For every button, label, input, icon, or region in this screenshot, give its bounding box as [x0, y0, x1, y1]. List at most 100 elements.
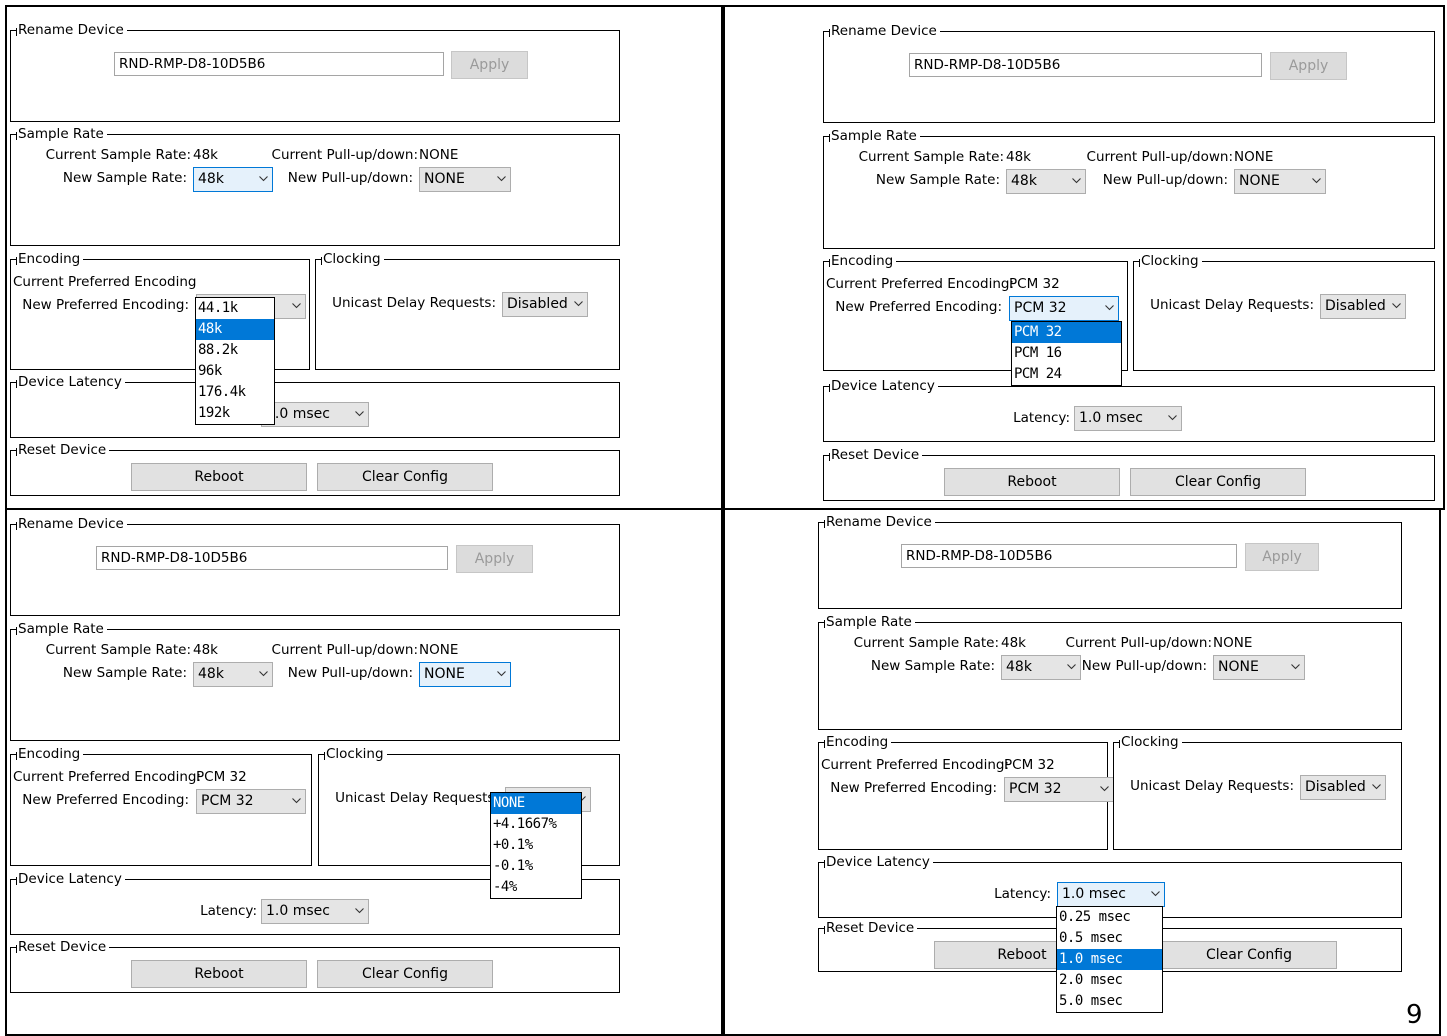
new-pull-up-down-select-value: NONE — [424, 666, 465, 682]
clear-config-button[interactable]: Clear Config — [1130, 468, 1306, 496]
dropdown-option[interactable]: 48k — [196, 319, 274, 340]
dropdown-option[interactable]: +4.1667% — [491, 814, 581, 835]
clear-config-button[interactable]: Clear Config — [317, 463, 493, 491]
dropdown-option[interactable]: PCM 24 — [1012, 364, 1121, 385]
current-pull-value: NONE — [419, 642, 459, 658]
dropdown-option[interactable]: 2.0 msec — [1057, 970, 1162, 991]
reboot-button[interactable]: Reboot — [131, 463, 307, 491]
rename-device-group-title: Rename Device — [824, 514, 935, 530]
unicast-delay-select[interactable]: Disabled — [502, 292, 588, 317]
chevron-down-icon — [497, 174, 506, 182]
new-pull-label: New Pull-up/down: — [1081, 658, 1207, 674]
dropdown-option[interactable]: -0.1% — [491, 856, 581, 877]
latency-select[interactable]: 1.0 msec — [261, 402, 369, 427]
dropdown-list: 44.1k 48k 88.2k 96k 176.4k 192k — [195, 297, 275, 425]
new-pull-up-down-select[interactable]: NONE — [1213, 655, 1305, 680]
dropdown-option[interactable]: 1.0 msec — [1057, 949, 1162, 970]
dropdown-option[interactable]: 192k — [196, 403, 274, 424]
sample-rate-group-title: Sample Rate — [824, 614, 915, 630]
dropdown-option[interactable]: +0.1% — [491, 835, 581, 856]
new-pull-label: New Pull-up/down: — [287, 170, 413, 186]
latency-select[interactable]: 1.0 msec — [1074, 406, 1182, 431]
clocking-group: Clocking Unicast Delay Requests: Disabled — [1113, 734, 1402, 850]
rename-device-group: Rename Device RND-RMP-D8-10D5B6 Apply — [818, 514, 1402, 609]
current-encoding-value: PCM 32 — [196, 769, 247, 785]
apply-button[interactable]: Apply — [1245, 543, 1319, 571]
current-pull-value: NONE — [1234, 149, 1274, 165]
dropdown-option[interactable]: 44.1k — [196, 298, 274, 319]
latency-select[interactable]: 1.0 msec — [1057, 882, 1165, 907]
dropdown-option[interactable]: -4% — [491, 877, 581, 898]
device-latency-group-title: Device Latency — [829, 378, 938, 394]
clocking-group-title: Clocking — [1139, 253, 1202, 269]
device-latency-group-title: Device Latency — [16, 871, 125, 887]
dropdown-option[interactable]: 96k — [196, 361, 274, 382]
new-encoding-label: New Preferred Encoding: — [830, 780, 997, 796]
new-preferred-encoding-select[interactable]: PCM 32 — [1009, 296, 1119, 321]
encoding-group-title: Encoding — [16, 746, 84, 762]
latency-select-value: 1.0 msec — [266, 406, 330, 422]
chevron-down-icon — [355, 409, 364, 417]
chevron-down-icon — [1168, 413, 1177, 421]
new-pull-up-down-select[interactable]: NONE — [419, 167, 511, 192]
device-panel-1: Rename Device RND-RMP-D8-10D5B6 Apply Sampl… — [10, 22, 620, 510]
rename-device-group-title: Rename Device — [829, 23, 940, 39]
new-pull-up-down-select[interactable]: NONE — [1234, 169, 1326, 194]
clocking-group-title: Clocking — [321, 251, 384, 267]
current-sample-rate-label: Current Sample Rate: — [853, 635, 999, 651]
device-name-input[interactable]: RND-RMP-D8-10D5B6 — [96, 546, 448, 570]
device-panel-2: Rename Device RND-RMP-D8-10D5B6 Apply Sampl… — [823, 23, 1435, 511]
chevron-down-icon — [355, 906, 364, 914]
clear-config-button[interactable]: Clear Config — [1161, 941, 1337, 969]
dropdown-option[interactable]: 88.2k — [196, 340, 274, 361]
rename-device-group: Rename Device RND-RMP-D8-10D5B6 Apply — [823, 23, 1435, 123]
chevron-down-icon — [292, 796, 301, 804]
unicast-delay-label: Unicast Delay Requests: — [335, 790, 499, 806]
device-name-input[interactable]: RND-RMP-D8-10D5B6 — [901, 544, 1237, 568]
apply-button[interactable]: Apply — [451, 51, 528, 79]
new-preferred-encoding-select[interactable]: PCM 32 — [1004, 777, 1114, 802]
device-latency-group-title: Device Latency — [824, 854, 933, 870]
reboot-button[interactable]: Reboot — [131, 960, 307, 988]
apply-button[interactable]: Apply — [1270, 52, 1347, 80]
current-pull-label: Current Pull-up/down: — [271, 642, 418, 658]
encoding-group: Encoding Current Preferred Encoding: PCM 3… — [818, 734, 1114, 850]
reboot-button[interactable]: Reboot — [944, 468, 1120, 496]
new-preferred-encoding-select-value: PCM 32 — [201, 793, 254, 809]
unicast-delay-label: Unicast Delay Requests: — [1150, 297, 1314, 313]
dropdown-option[interactable]: 176.4k — [196, 382, 274, 403]
latency-select[interactable]: 1.0 msec — [261, 899, 369, 924]
dropdown-option[interactable]: PCM 32 — [1012, 322, 1121, 343]
clear-config-button[interactable]: Clear Config — [317, 960, 493, 988]
dropdown-option[interactable]: PCM 16 — [1012, 343, 1121, 364]
new-sample-rate-select-value: 48k — [198, 666, 224, 682]
device-name-input[interactable]: RND-RMP-D8-10D5B6 — [909, 53, 1262, 77]
dropdown-option[interactable]: 0.5 msec — [1057, 928, 1162, 949]
current-sample-rate-label: Current Sample Rate: — [45, 642, 191, 658]
reset-device-group-title: Reset Device — [16, 939, 110, 955]
device-latency-group-title: Device Latency — [16, 374, 125, 390]
encoding-group: Encoding Current Preferred Encoding: PCM 3… — [10, 746, 312, 866]
new-sample-rate-label: New Sample Rate: — [870, 658, 995, 674]
dropdown-option[interactable]: NONE — [491, 793, 581, 814]
current-pull-value: NONE — [1213, 635, 1253, 651]
device-name-input[interactable]: RND-RMP-D8-10D5B6 — [114, 52, 444, 76]
unicast-delay-select[interactable]: Disabled — [1300, 775, 1386, 800]
chevron-down-icon — [574, 299, 583, 307]
new-encoding-label: New Preferred Encoding: — [22, 792, 189, 808]
current-sample-rate-label: Current Sample Rate: — [858, 149, 1004, 165]
page-number: 9 — [1406, 1000, 1423, 1030]
new-preferred-encoding-select[interactable]: PCM 32 — [196, 789, 306, 814]
new-sample-rate-label: New Sample Rate: — [62, 665, 187, 681]
unicast-delay-select[interactable]: Disabled — [1320, 294, 1406, 319]
apply-button[interactable]: Apply — [456, 545, 533, 573]
dropdown-option[interactable]: 0.25 msec — [1057, 907, 1162, 928]
clocking-group: Clocking Unicast Delay Requests: Disabled — [315, 251, 620, 370]
encoding-group-title: Encoding — [16, 251, 84, 267]
new-pull-up-down-select[interactable]: NONE — [419, 662, 511, 687]
unicast-delay-label: Unicast Delay Requests: — [1130, 778, 1294, 794]
new-sample-rate-label: New Sample Rate: — [62, 170, 187, 186]
current-encoding-label: Current Preferred Encoding: — [826, 276, 1015, 292]
new-pull-label: New Pull-up/down: — [287, 665, 413, 681]
dropdown-option[interactable]: 5.0 msec — [1057, 991, 1162, 1012]
